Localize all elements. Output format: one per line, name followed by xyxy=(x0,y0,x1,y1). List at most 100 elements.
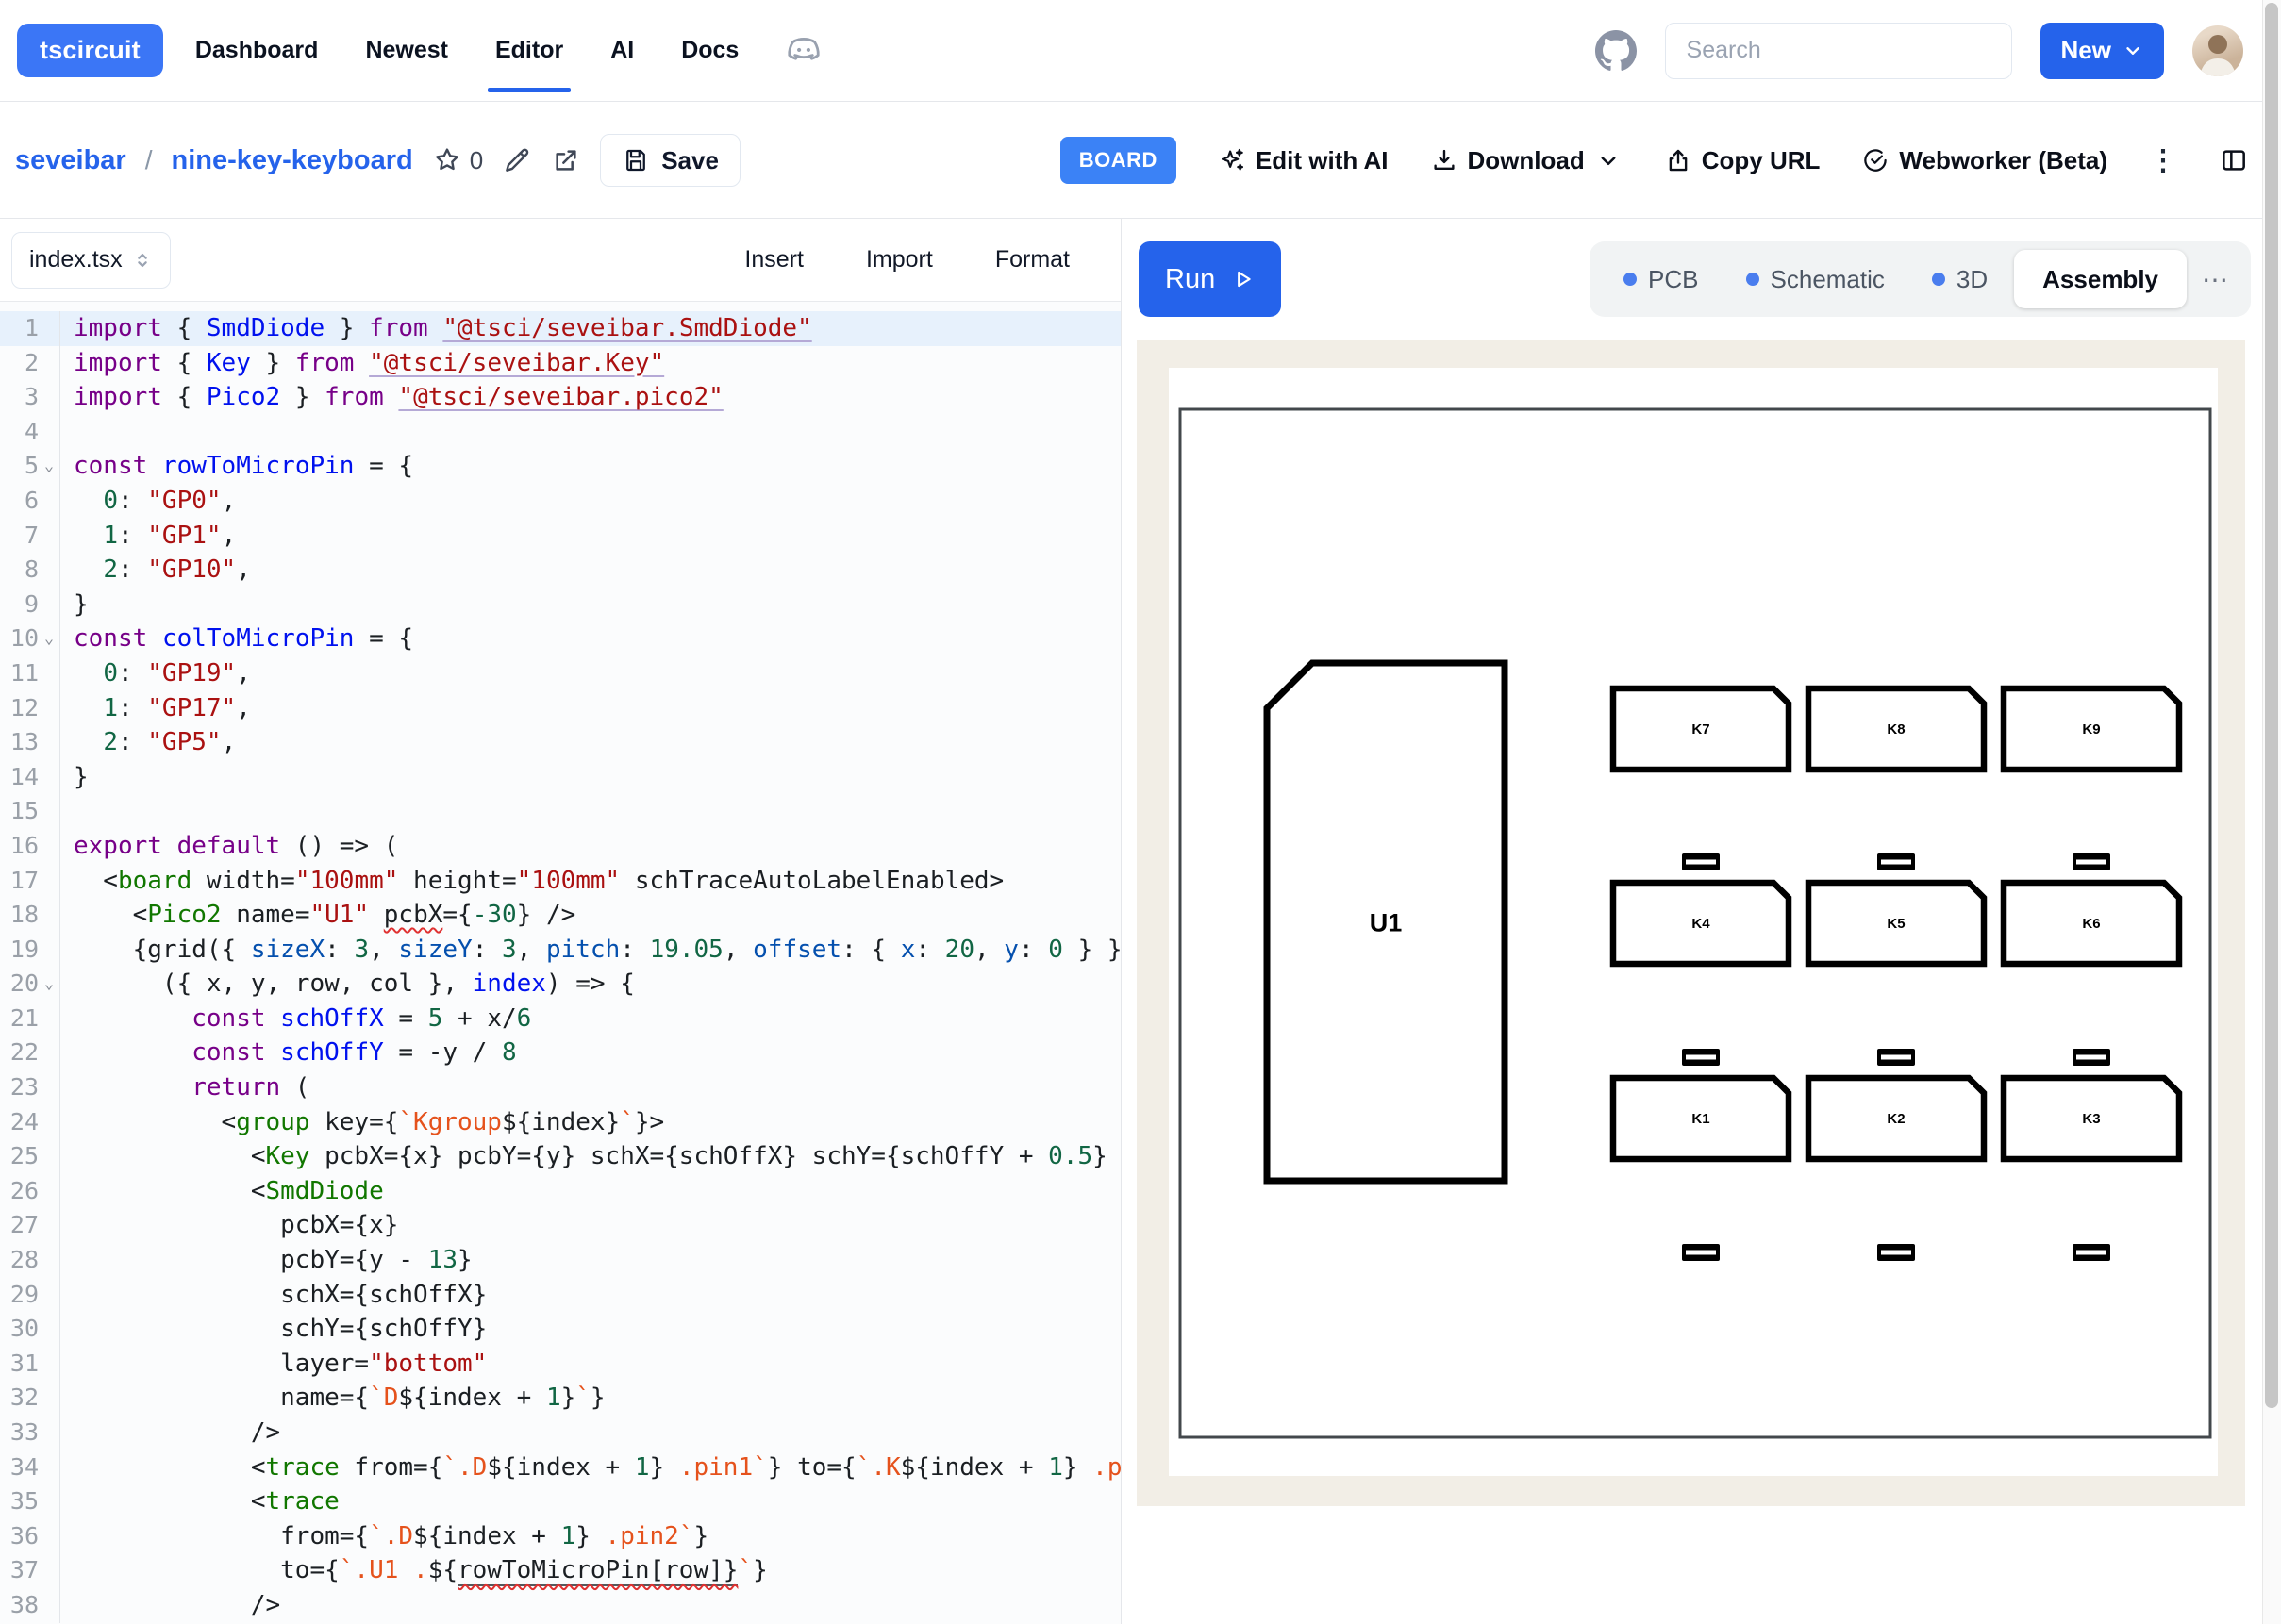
menu-import[interactable]: Import xyxy=(866,246,933,273)
line-number: 26 xyxy=(0,1174,60,1209)
code-line-38[interactable]: 38 /> xyxy=(0,1588,1121,1623)
copy-url-button[interactable]: Copy URL xyxy=(1664,146,1821,175)
search-input[interactable] xyxy=(1665,23,2012,79)
code-line-21[interactable]: 21 const schOffX = 5 + x/6 xyxy=(0,1002,1121,1036)
line-number: 3 xyxy=(0,380,60,415)
diode-stripe xyxy=(2076,1055,2106,1060)
code-line-36[interactable]: 36 from={`.D${index + 1} .pin2`} xyxy=(0,1519,1121,1554)
tab-pcb[interactable]: PCB xyxy=(1603,250,1719,308)
code-line-12[interactable]: 12 1: "GP17", xyxy=(0,691,1121,726)
code-line-22[interactable]: 22 const schOffY = -y / 8 xyxy=(0,1036,1121,1070)
code-line-1[interactable]: 1import { SmdDiode } from "@tsci/seveiba… xyxy=(0,311,1121,346)
code-line-30[interactable]: 30 schY={schOffY} xyxy=(0,1312,1121,1347)
code-line-5[interactable]: 5⌄const rowToMicroPin = { xyxy=(0,449,1121,484)
new-button[interactable]: New xyxy=(2040,23,2164,79)
nav-newest[interactable]: Newest xyxy=(363,8,450,92)
breadcrumb-project[interactable]: nine-key-keyboard xyxy=(171,145,412,176)
menu-insert[interactable]: Insert xyxy=(744,246,804,273)
code-line-31[interactable]: 31 layer="bottom" xyxy=(0,1347,1121,1382)
line-number: 13 xyxy=(0,725,60,760)
code-line-3[interactable]: 3import { Pico2 } from "@tsci/seveibar.p… xyxy=(0,380,1121,415)
code-line-20[interactable]: 20⌄ ({ x, y, row, col }, index) => { xyxy=(0,967,1121,1002)
code-line-2[interactable]: 2import { Key } from "@tsci/seveibar.Key… xyxy=(0,346,1121,381)
code-line-23[interactable]: 23 return ( xyxy=(0,1070,1121,1105)
discord-icon[interactable] xyxy=(784,31,824,71)
tabs-more-button[interactable]: ⋯ xyxy=(2192,264,2238,295)
code-text: <SmdDiode xyxy=(60,1174,384,1209)
code-line-25[interactable]: 25 <Key pcbX={x} pcbY={y} schX={schOffX}… xyxy=(0,1139,1121,1174)
diode-stripe xyxy=(2076,1251,2106,1255)
code-line-27[interactable]: 27 pcbX={x} xyxy=(0,1208,1121,1243)
code-line-28[interactable]: 28 pcbY={y - 13} xyxy=(0,1243,1121,1278)
code-line-35[interactable]: 35 <trace xyxy=(0,1484,1121,1519)
avatar[interactable] xyxy=(2192,25,2243,76)
download-button[interactable]: Download xyxy=(1430,146,1623,175)
run-button[interactable]: Run xyxy=(1139,241,1281,317)
code-editor[interactable]: 1import { SmdDiode } from "@tsci/seveiba… xyxy=(0,302,1121,1624)
brand-logo[interactable]: tscircuit xyxy=(17,24,163,77)
menu-format[interactable]: Format xyxy=(995,246,1070,273)
code-line-6[interactable]: 6 0: "GP0", xyxy=(0,484,1121,519)
code-line-7[interactable]: 7 1: "GP1", xyxy=(0,519,1121,554)
code-line-29[interactable]: 29 schX={schOffX} xyxy=(0,1278,1121,1313)
line-number: 32 xyxy=(0,1381,60,1416)
save-button-label: Save xyxy=(661,146,719,175)
code-line-17[interactable]: 17 <board width="100mm" height="100mm" s… xyxy=(0,864,1121,899)
webworker-toggle[interactable]: Webworker (Beta) xyxy=(1861,146,2107,175)
code-line-32[interactable]: 32 name={`D${index + 1}`} xyxy=(0,1381,1121,1416)
code-line-8[interactable]: 8 2: "GP10", xyxy=(0,553,1121,588)
line-number: 15 xyxy=(0,794,60,829)
line-number: 6 xyxy=(0,484,60,519)
code-line-19[interactable]: 19 {grid({ sizeX: 3, sizeY: 3, pitch: 19… xyxy=(0,933,1121,968)
line-number: 28 xyxy=(0,1243,60,1278)
scrollbar-thumb[interactable] xyxy=(2265,3,2278,1408)
code-line-33[interactable]: 33 /> xyxy=(0,1416,1121,1450)
nav-links: Dashboard Newest Editor AI Docs xyxy=(193,8,824,92)
nav-dashboard[interactable]: Dashboard xyxy=(193,8,321,92)
line-number: 27 xyxy=(0,1208,60,1243)
code-line-4[interactable]: 4 xyxy=(0,415,1121,450)
chevron-up-down-icon xyxy=(132,250,153,271)
nav-docs[interactable]: Docs xyxy=(679,8,741,92)
line-number: 21 xyxy=(0,1002,60,1036)
star-button[interactable]: 0 xyxy=(432,145,483,175)
diode-stripe xyxy=(1686,860,1716,865)
code-text: schY={schOffY} xyxy=(60,1312,487,1347)
breadcrumb-owner[interactable]: seveibar xyxy=(15,145,126,176)
code-line-10[interactable]: 10⌄const colToMicroPin = { xyxy=(0,621,1121,656)
copy-url-label: Copy URL xyxy=(1702,146,1821,175)
edit-with-ai-button[interactable]: Edit with AI xyxy=(1218,146,1389,175)
code-line-9[interactable]: 9} xyxy=(0,588,1121,622)
toggle-panel-button[interactable] xyxy=(2219,145,2249,175)
github-icon[interactable] xyxy=(1595,30,1637,72)
code-text: const schOffY = -y / 8 xyxy=(60,1036,517,1070)
top-navbar: tscircuit Dashboard Newest Editor AI Doc… xyxy=(0,0,2281,102)
more-options-button[interactable]: ⋮ xyxy=(2149,144,2177,177)
code-line-11[interactable]: 11 0: "GP19", xyxy=(0,656,1121,691)
code-line-16[interactable]: 16export default () => ( xyxy=(0,829,1121,864)
assembly-canvas[interactable]: U1K7K8K9K4K5K6K1K2K3 xyxy=(1137,340,2245,1506)
fork-button[interactable] xyxy=(551,145,581,175)
tab-3d[interactable]: 3D xyxy=(1911,250,2008,308)
tab-assembly[interactable]: Assembly xyxy=(2014,250,2187,308)
nav-ai[interactable]: AI xyxy=(608,8,636,92)
code-line-26[interactable]: 26 <SmdDiode xyxy=(0,1174,1121,1209)
line-number: 19 xyxy=(0,933,60,968)
code-text: } xyxy=(60,588,89,622)
check-circle-icon xyxy=(1861,146,1890,174)
code-line-15[interactable]: 15 xyxy=(0,794,1121,829)
tab-schematic[interactable]: Schematic xyxy=(1725,250,1906,308)
code-line-18[interactable]: 18 <Pico2 name="U1" pcbX={-30} /> xyxy=(0,898,1121,933)
file-selector[interactable]: index.tsx xyxy=(11,232,171,289)
code-line-37[interactable]: 37 to={`.U1 .${rowToMicroPin[row]}`} xyxy=(0,1553,1121,1588)
save-button[interactable]: Save xyxy=(600,134,741,187)
board-type-badge[interactable]: BOARD xyxy=(1060,137,1176,184)
code-text: 2: "GP10", xyxy=(60,553,251,588)
code-line-24[interactable]: 24 <group key={`Kgroup${index}`}> xyxy=(0,1105,1121,1140)
nav-editor[interactable]: Editor xyxy=(493,8,565,92)
code-line-34[interactable]: 34 <trace from={`.D${index + 1} .pin1`} … xyxy=(0,1450,1121,1485)
code-line-14[interactable]: 14} xyxy=(0,760,1121,795)
rename-button[interactable] xyxy=(502,145,532,175)
line-number: 7 xyxy=(0,519,60,554)
code-line-13[interactable]: 13 2: "GP5", xyxy=(0,725,1121,760)
